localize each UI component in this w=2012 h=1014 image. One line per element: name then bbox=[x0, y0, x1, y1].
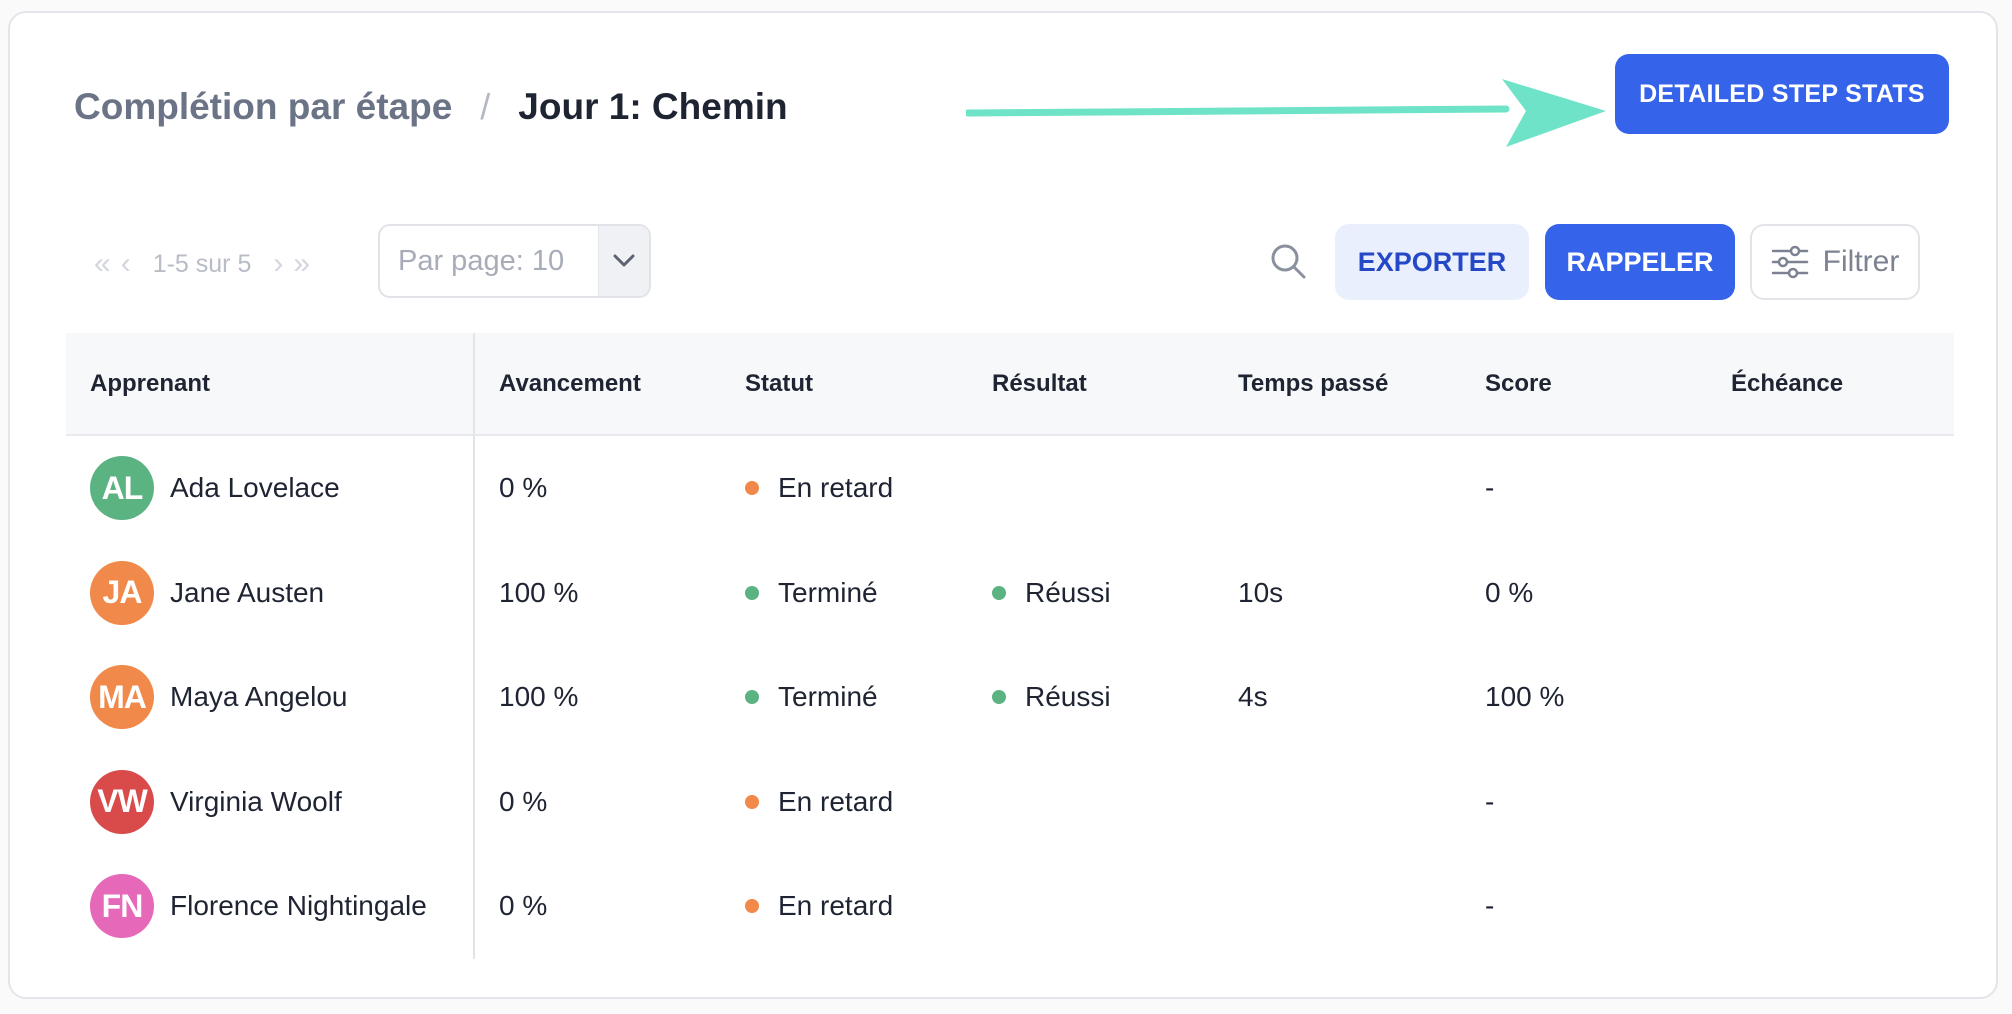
learner-cell: FN Florence Nightingale bbox=[66, 854, 475, 959]
pagination: « ‹ 1-5 sur 5 › » bbox=[94, 243, 310, 285]
detailed-step-stats-button[interactable]: DETAILED STEP STATS bbox=[1615, 54, 1949, 134]
time-spent-value: 4s bbox=[1238, 681, 1268, 713]
progress-cell: 0 % bbox=[475, 472, 721, 504]
result-dot-icon bbox=[992, 585, 1006, 600]
status-dot-icon bbox=[745, 481, 759, 496]
column-header-due-date[interactable]: Échéance bbox=[1707, 370, 1954, 398]
time-cell: 4s bbox=[1214, 681, 1461, 713]
status-label: En retard bbox=[778, 890, 894, 922]
filter-button[interactable]: Filtrer bbox=[1750, 224, 1920, 300]
score-cell: - bbox=[1461, 786, 1707, 818]
progress-cell: 0 % bbox=[475, 890, 721, 922]
score-value: - bbox=[1485, 890, 1495, 922]
result-label: Réussi bbox=[1025, 681, 1111, 713]
status-label: En retard bbox=[778, 785, 894, 817]
table-header: Apprenant Avancement Statut Résultat Tem… bbox=[66, 333, 1954, 436]
progress-value: 0 % bbox=[499, 890, 548, 922]
score-cell: 0 % bbox=[1461, 577, 1707, 609]
status-dot-icon bbox=[745, 899, 759, 914]
status-dot-icon bbox=[745, 585, 759, 600]
status-cell: En retard bbox=[721, 472, 968, 504]
filter-label: Filtrer bbox=[1822, 245, 1900, 278]
remind-button[interactable]: RAPPELER bbox=[1545, 224, 1735, 300]
learner-name[interactable]: Maya Angelou bbox=[170, 681, 347, 713]
time-spent-value: 10s bbox=[1238, 576, 1284, 608]
progress-cell: 0 % bbox=[475, 786, 721, 818]
avatar: AL bbox=[90, 456, 154, 521]
table-row[interactable]: FN Florence Nightingale 0 % En retard - bbox=[66, 854, 1954, 959]
avatar: JA bbox=[90, 560, 154, 625]
progress-value: 100 % bbox=[499, 681, 579, 713]
progress-cell: 100 % bbox=[475, 681, 721, 713]
column-header-time-spent[interactable]: Temps passé bbox=[1214, 370, 1461, 398]
result-cell: Réussi bbox=[968, 681, 1214, 713]
time-cell: 10s bbox=[1214, 577, 1461, 609]
avatar: FN bbox=[90, 874, 154, 939]
score-value: 0 % bbox=[1485, 576, 1534, 608]
column-header-status[interactable]: Statut bbox=[721, 370, 968, 398]
previous-page-icon[interactable]: ‹ bbox=[121, 249, 131, 279]
export-button[interactable]: EXPORTER bbox=[1335, 224, 1529, 300]
result-label: Réussi bbox=[1025, 576, 1111, 608]
page-title: Jour 1: Chemin bbox=[518, 86, 788, 127]
status-label: En retard bbox=[778, 472, 894, 504]
avatar: MA bbox=[90, 665, 154, 730]
learners-table: Apprenant Avancement Statut Résultat Tem… bbox=[66, 333, 1954, 959]
learner-cell: JA Jane Austen bbox=[66, 540, 475, 645]
breadcrumb-separator: / bbox=[480, 86, 491, 127]
status-dot-icon bbox=[745, 690, 759, 705]
per-page-select[interactable]: Par page: 10 bbox=[378, 224, 651, 298]
score-value: - bbox=[1485, 472, 1495, 504]
chevron-down-icon[interactable] bbox=[598, 226, 649, 296]
pagination-range: 1-5 sur 5 bbox=[152, 249, 252, 278]
score-cell: - bbox=[1461, 890, 1707, 922]
table-row[interactable]: MA Maya Angelou 100 % Terminé Réussi 4s 100 % bbox=[66, 645, 1954, 750]
status-cell: Terminé bbox=[721, 577, 968, 609]
status-label: Terminé bbox=[778, 681, 878, 713]
score-cell: - bbox=[1461, 472, 1707, 504]
breadcrumb: Complétion par étape / Jour 1: Chemin bbox=[74, 71, 788, 143]
breadcrumb-parent-link[interactable]: Complétion par étape bbox=[74, 86, 452, 128]
table-body: AL Ada Lovelace 0 % En retard - JA Jane Austen… bbox=[66, 436, 1954, 959]
score-value: 100 % bbox=[1485, 681, 1565, 713]
search-icon[interactable] bbox=[1268, 241, 1308, 281]
arrow-icon bbox=[966, 79, 1606, 147]
table-row[interactable]: AL Ada Lovelace 0 % En retard - bbox=[66, 436, 1954, 541]
table-row[interactable]: JA Jane Austen 100 % Terminé Réussi 10s 0 % bbox=[66, 540, 1954, 645]
progress-value: 0 % bbox=[499, 472, 548, 504]
score-value: - bbox=[1485, 785, 1495, 817]
avatar: VW bbox=[90, 769, 154, 834]
column-header-result[interactable]: Résultat bbox=[968, 370, 1214, 398]
step-completion-card: Complétion par étape / Jour 1: Chemin DE… bbox=[8, 11, 1998, 999]
status-cell: En retard bbox=[721, 786, 968, 818]
result-cell: Réussi bbox=[968, 577, 1214, 609]
result-dot-icon bbox=[992, 690, 1006, 705]
status-label: Terminé bbox=[778, 576, 878, 608]
progress-value: 0 % bbox=[499, 785, 548, 817]
last-page-icon[interactable]: » bbox=[293, 249, 310, 279]
next-page-icon[interactable]: › bbox=[273, 249, 283, 279]
status-cell: Terminé bbox=[721, 681, 968, 713]
learner-cell: AL Ada Lovelace bbox=[66, 436, 475, 541]
per-page-value: Par page: 10 bbox=[398, 244, 565, 277]
learner-name[interactable]: Florence Nightingale bbox=[170, 890, 427, 922]
score-cell: 100 % bbox=[1461, 681, 1707, 713]
learner-name[interactable]: Virginia Woolf bbox=[170, 786, 342, 818]
first-page-icon[interactable]: « bbox=[94, 249, 111, 279]
learner-cell: MA Maya Angelou bbox=[66, 645, 475, 750]
column-header-score[interactable]: Score bbox=[1461, 370, 1707, 398]
progress-value: 100 % bbox=[499, 576, 579, 608]
learner-name[interactable]: Ada Lovelace bbox=[170, 472, 340, 504]
column-header-learner[interactable]: Apprenant bbox=[66, 333, 475, 434]
learner-name[interactable]: Jane Austen bbox=[170, 577, 324, 609]
progress-cell: 100 % bbox=[475, 577, 721, 609]
learner-cell: VW Virginia Woolf bbox=[66, 749, 475, 854]
filter-sliders-icon bbox=[1771, 245, 1808, 279]
table-row[interactable]: VW Virginia Woolf 0 % En retard - bbox=[66, 749, 1954, 854]
column-header-progress[interactable]: Avancement bbox=[475, 370, 721, 398]
status-dot-icon bbox=[745, 794, 759, 809]
status-cell: En retard bbox=[721, 890, 968, 922]
